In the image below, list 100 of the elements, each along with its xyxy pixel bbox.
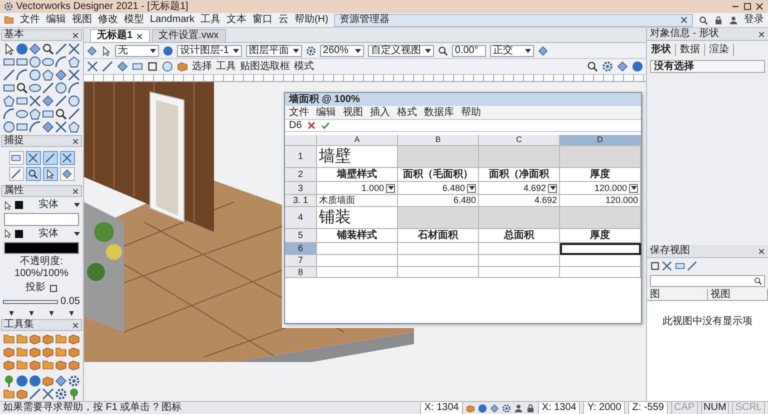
dropdown-button[interactable]: [386, 184, 395, 192]
close-icon[interactable]: [72, 138, 79, 144]
snap-button[interactable]: [42, 167, 58, 181]
cross-icon[interactable]: [87, 61, 98, 72]
line-icon[interactable]: [102, 61, 113, 72]
block-icon[interactable]: [68, 359, 80, 371]
dropdown-button[interactable]: [548, 184, 557, 192]
close-icon[interactable]: [680, 16, 688, 24]
table-cell[interactable]: [560, 266, 641, 278]
menu-item[interactable]: Landmark: [150, 14, 194, 26]
search-icon[interactable]: [16, 82, 28, 94]
search-field[interactable]: [650, 275, 765, 287]
circle-icon[interactable]: [29, 69, 41, 81]
snap-button[interactable]: [60, 167, 74, 181]
document-tab[interactable]: 无标题1: [90, 29, 150, 42]
menu-item[interactable]: 修改: [98, 14, 118, 26]
snap-button[interactable]: [60, 151, 74, 165]
square-icon[interactable]: [147, 61, 158, 72]
sphere-icon[interactable]: [16, 375, 28, 387]
ellipse-icon[interactable]: [42, 56, 54, 68]
triangle-icon[interactable]: [48, 310, 55, 317]
column-header[interactable]: 图: [647, 289, 708, 300]
snap-button[interactable]: [26, 151, 40, 165]
triangle-icon[interactable]: [68, 310, 75, 317]
settings-icon[interactable]: [602, 61, 613, 72]
pointer-icon[interactable]: [101, 46, 111, 56]
sphere-icon[interactable]: [29, 375, 41, 387]
rectangle-icon[interactable]: [42, 108, 54, 120]
menu-item[interactable]: 格式: [397, 106, 417, 118]
panel-tab[interactable]: 数据: [676, 44, 705, 56]
diamond-icon[interactable]: [42, 121, 54, 133]
menu-item[interactable]: 模型: [124, 14, 144, 26]
menu-item[interactable]: 窗口: [252, 14, 272, 26]
row-header[interactable]: 7: [285, 254, 317, 267]
cross-icon[interactable]: [29, 95, 41, 107]
lock-icon[interactable]: [714, 16, 723, 24]
row-header[interactable]: 2: [285, 168, 317, 182]
snap-button[interactable]: [42, 151, 58, 165]
diamond-icon[interactable]: [538, 46, 548, 56]
rectangle-icon[interactable]: [16, 56, 28, 68]
line-icon[interactable]: [55, 95, 67, 107]
block-icon[interactable]: [3, 346, 15, 358]
search-icon[interactable]: [55, 108, 67, 120]
menu-item[interactable]: 编辑: [46, 14, 66, 26]
block-icon[interactable]: [29, 333, 41, 345]
block-icon[interactable]: [177, 61, 188, 72]
menu-item[interactable]: 文件: [20, 14, 40, 26]
menu-item[interactable]: 云: [278, 14, 288, 26]
lock-icon[interactable]: [526, 404, 535, 412]
dropdown-field[interactable]: 自定义视图: [368, 44, 434, 56]
folder-icon[interactable]: [16, 346, 28, 358]
polygon-icon[interactable]: [68, 121, 80, 133]
folder-icon[interactable]: [16, 333, 28, 345]
settings-icon[interactable]: [502, 404, 511, 412]
row-header[interactable]: 3. 1: [285, 195, 317, 207]
column-header[interactable]: D: [560, 135, 641, 146]
polygon-icon[interactable]: [42, 69, 54, 81]
search-icon[interactable]: [438, 46, 448, 56]
table-cell[interactable]: [398, 243, 479, 255]
color-swatch[interactable]: [15, 201, 23, 209]
block-icon[interactable]: [3, 359, 15, 371]
close-icon[interactable]: [758, 30, 765, 38]
column-header[interactable]: B: [398, 135, 479, 146]
menu-item[interactable]: 帮助: [461, 106, 481, 118]
tree-icon[interactable]: [3, 375, 15, 387]
arc-icon[interactable]: [16, 69, 28, 81]
table-cell[interactable]: [317, 254, 398, 267]
block-icon[interactable]: [42, 375, 54, 387]
diamond-icon[interactable]: [87, 46, 97, 56]
circle-icon[interactable]: [29, 56, 41, 68]
line-icon[interactable]: [29, 388, 41, 400]
diamond-icon[interactable]: [55, 375, 67, 387]
close-icon[interactable]: [136, 32, 143, 40]
cross-icon[interactable]: [68, 43, 80, 55]
rectangle-icon[interactable]: [3, 82, 15, 94]
search-icon[interactable]: [42, 43, 54, 55]
row-header[interactable]: 4: [285, 207, 317, 229]
snap-button[interactable]: [8, 151, 24, 165]
menu-item[interactable]: 视图: [343, 106, 363, 118]
table-cell[interactable]: [317, 243, 398, 255]
settings-icon[interactable]: [68, 375, 80, 387]
dropdown-field[interactable]: 设计图层-1: [177, 44, 242, 56]
caret-icon[interactable]: [74, 232, 80, 236]
table-cell[interactable]: [317, 266, 398, 278]
line-icon[interactable]: [3, 69, 15, 81]
search-icon[interactable]: [587, 61, 598, 72]
menu-item[interactable]: 编辑: [316, 106, 336, 118]
square-icon[interactable]: [650, 260, 660, 270]
line-icon[interactable]: [55, 43, 67, 55]
diamond-icon[interactable]: [617, 61, 628, 72]
line-icon[interactable]: [687, 260, 697, 270]
dropdown-button[interactable]: [629, 184, 638, 192]
rectangle-icon[interactable]: [3, 56, 15, 68]
cross-icon[interactable]: [662, 260, 672, 270]
user-icon[interactable]: [514, 404, 523, 412]
document-tab[interactable]: 文件设置.vwx: [152, 29, 226, 42]
close-icon[interactable]: [72, 188, 79, 194]
search-icon[interactable]: [699, 16, 708, 24]
close-icon[interactable]: [72, 322, 79, 328]
menu-item[interactable]: 视图: [72, 14, 92, 26]
